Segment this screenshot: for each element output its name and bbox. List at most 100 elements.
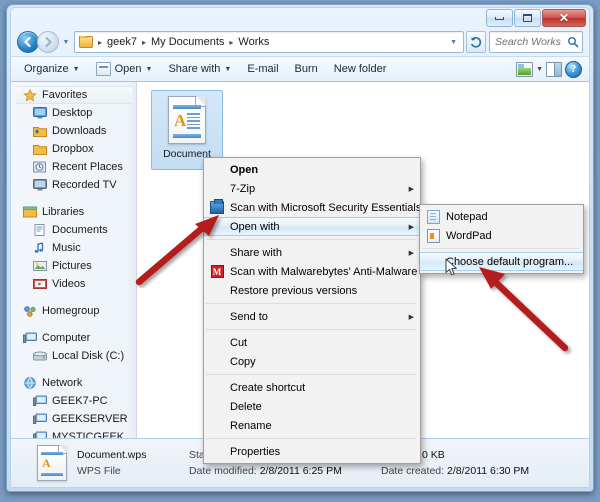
context-menu[interactable]: Open 7-Zip ▶ Scan with Microsoft Securit… — [203, 157, 431, 464]
change-view-icon[interactable] — [516, 61, 534, 77]
search-box[interactable]: Search Works — [489, 31, 583, 53]
context-menu-item-restore-previous-versions[interactable]: Restore previous versions — [204, 281, 420, 300]
context-menu-item-7-zip[interactable]: 7-Zip ▶ — [204, 179, 420, 198]
sidebar-item-documents[interactable]: Documents — [11, 221, 136, 239]
chevron-down-icon: ▼ — [224, 65, 232, 73]
sidebar-item-computer[interactable]: Computer — [11, 329, 136, 347]
breadcrumb-item-0[interactable]: geek7 — [105, 36, 139, 48]
sidebar-item-mysticgeek[interactable]: MYSTICGEEK — [11, 428, 136, 438]
folder-icon — [33, 143, 47, 156]
context-menu-item-share-with[interactable]: Share with ▶ — [204, 243, 420, 262]
sidebar-item-pictures[interactable]: Pictures — [11, 257, 136, 275]
preview-pane-icon[interactable] — [546, 61, 562, 77]
toolbar-share-with-label: Share with — [168, 63, 221, 75]
close-button[interactable]: ✕ — [542, 9, 586, 27]
toolbar-share-with-button[interactable]: Share with ▼ — [160, 59, 239, 79]
submenu-item-notepad[interactable]: Notepad — [420, 207, 583, 226]
toolbar-burn-button[interactable]: Burn — [287, 59, 326, 79]
toolbar-email-label: E-mail — [247, 63, 279, 75]
libraries-icon — [23, 206, 37, 219]
toolbar-email-button[interactable]: E-mail — [239, 59, 286, 79]
sidebar-item-downloads[interactable]: Downloads — [11, 122, 136, 140]
mouse-cursor — [445, 258, 459, 281]
context-menu-item-send-to[interactable]: Send to ▶ — [204, 307, 420, 326]
search-input[interactable]: Search Works — [495, 36, 567, 48]
sidebar-item-libraries[interactable]: Libraries — [11, 203, 136, 221]
menu-separator — [206, 303, 416, 304]
details-file-type: WPS File — [77, 465, 121, 477]
maximize-button[interactable] — [514, 9, 541, 27]
menu-separator — [422, 248, 579, 249]
sidebar-item-videos[interactable]: Videos — [11, 275, 136, 293]
menu-separator — [206, 329, 416, 330]
doc-header-bar — [41, 452, 63, 455]
doc-footer-bar — [41, 473, 63, 476]
context-menu-item-delete[interactable]: Delete — [204, 397, 420, 416]
sidebar-item-favorites[interactable]: Favorites — [16, 86, 132, 104]
videos-icon — [33, 278, 47, 291]
folder-icon — [79, 36, 93, 48]
context-menu-item-open[interactable]: Open — [204, 160, 420, 179]
sidebar-item-geekserver[interactable]: GEEKSERVER — [11, 410, 136, 428]
monitor-icon — [33, 178, 47, 192]
sidebar-item-recorded-tv[interactable]: Recorded TV — [11, 176, 136, 194]
context-menu-item-properties[interactable]: Properties — [204, 442, 420, 461]
menu-separator — [206, 438, 416, 439]
details-column-name: Document.wps WPS File — [77, 449, 189, 477]
context-menu-item-cut[interactable]: Cut — [204, 333, 420, 352]
context-menu-item-open-with[interactable]: Open with ▶ — [204, 217, 420, 236]
doc-header-bar — [173, 105, 201, 109]
minimize-button[interactable] — [486, 9, 513, 27]
refresh-button[interactable] — [466, 31, 486, 53]
window-frame-inner: ✕ ▼ ▸ geek7 ▸ My Documents ▸ Works ▼ Sea… — [10, 7, 590, 488]
details-file-name: Document.wps — [77, 449, 147, 461]
sidebar-group-network: Network GEEK7-PC GEEKSERVER MYSTICGEEK — [11, 374, 136, 438]
sidebar-item-music[interactable]: Music — [11, 239, 136, 257]
breadcrumb-separator-0: ▸ — [98, 37, 103, 47]
context-menu-item-scan-mse[interactable]: Scan with Microsoft Security Essentials.… — [204, 198, 431, 217]
breadcrumb-item-2[interactable]: Works — [236, 36, 271, 48]
sidebar-group-libraries: Libraries Documents Music Pictures Video… — [11, 203, 136, 293]
address-dropdown-button[interactable]: ▼ — [446, 39, 461, 46]
chevron-right-icon: ▶ — [408, 313, 414, 321]
notepad-icon — [426, 209, 440, 224]
back-button[interactable] — [17, 31, 39, 53]
forward-button[interactable] — [37, 31, 59, 53]
sidebar-item-geek7-pc[interactable]: GEEK7-PC — [11, 392, 136, 410]
open-with-submenu[interactable]: Notepad WordPad Choose default program..… — [419, 204, 584, 274]
toolbar-organize-button[interactable]: Organize ▼ — [16, 59, 88, 79]
sidebar-item-dropbox[interactable]: Dropbox — [11, 140, 136, 158]
sidebar-item-network[interactable]: Network — [11, 374, 136, 392]
menu-icon-slot: M — [204, 265, 230, 278]
toolbar-open-button[interactable]: Open ▼ — [88, 58, 161, 80]
context-menu-item-scan-malwarebytes[interactable]: M Scan with Malwarebytes' Anti-Malware — [204, 262, 420, 281]
breadcrumb-bar[interactable]: ▸ geek7 ▸ My Documents ▸ Works ▼ — [74, 31, 464, 53]
toolbar-new-folder-button[interactable]: New folder — [326, 59, 395, 79]
sidebar-item-homegroup[interactable]: Homegroup — [11, 302, 136, 320]
toolbar-burn-label: Burn — [294, 63, 318, 75]
help-icon[interactable]: ? — [565, 60, 582, 78]
sidebar-label: MYSTICGEEK — [52, 431, 125, 438]
command-toolbar: Organize ▼ Open ▼ Share with ▼ E-mail Bu… — [11, 56, 589, 82]
sidebar-label: Network — [42, 377, 83, 389]
context-menu-item-copy[interactable]: Copy — [204, 352, 420, 371]
sidebar-item-desktop[interactable]: Desktop — [11, 104, 136, 122]
navigation-pane: Favorites Desktop Downloads Dropbox Rece… — [11, 82, 137, 438]
menu-icon-slot — [420, 228, 446, 243]
hard-disk-icon — [33, 350, 47, 363]
forward-arrow-icon — [45, 36, 52, 48]
window-controls: ✕ — [486, 9, 586, 27]
sidebar-item-recent-places[interactable]: Recent Places — [11, 158, 136, 176]
breadcrumb-item-1[interactable]: My Documents — [149, 36, 226, 48]
star-icon — [23, 88, 37, 102]
context-menu-item-create-shortcut[interactable]: Create shortcut — [204, 378, 420, 397]
pictures-icon — [33, 260, 47, 273]
sidebar-item-local-disk-c[interactable]: Local Disk (C:) — [11, 347, 136, 365]
context-menu-item-rename[interactable]: Rename — [204, 416, 420, 435]
submenu-item-wordpad[interactable]: WordPad — [420, 226, 583, 245]
sidebar-label: Computer — [42, 332, 91, 344]
toolbar-organize-label: Organize — [24, 63, 69, 75]
chevron-down-icon[interactable]: ▼ — [536, 66, 543, 73]
history-dropdown-button[interactable]: ▼ — [60, 39, 72, 46]
documents-library-icon — [33, 223, 47, 237]
